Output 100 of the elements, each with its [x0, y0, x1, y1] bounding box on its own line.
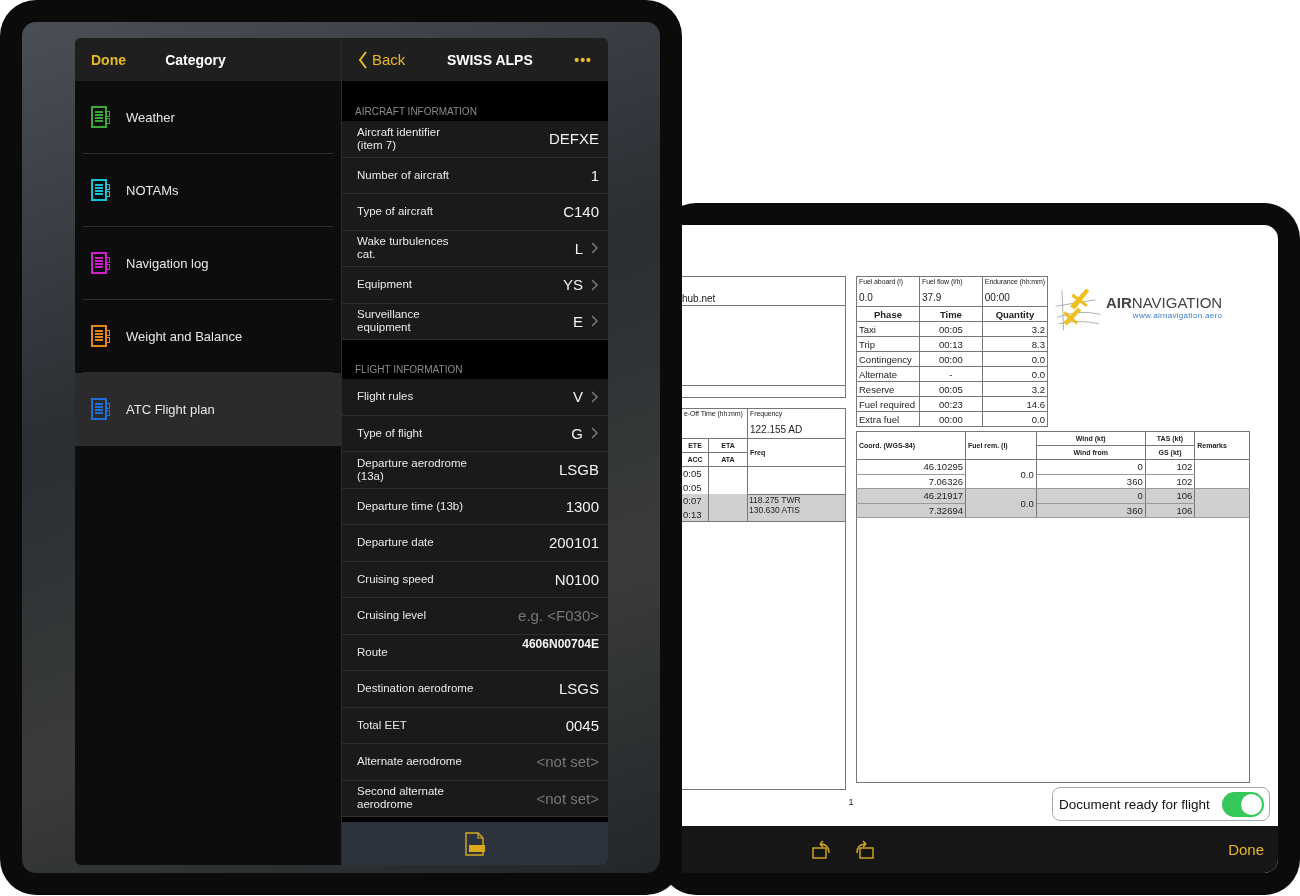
row-label: Type of flight — [357, 426, 423, 440]
toggle-label: Document ready for flight — [1059, 796, 1210, 812]
row-value: N0100 — [554, 570, 599, 588]
row-value: E — [573, 312, 583, 330]
form-row[interactable]: Alternate aerodrome <not set> — [342, 744, 608, 781]
row-label: Number of aircraft — [357, 168, 450, 182]
table-cell: Alternate — [856, 366, 920, 382]
form-row[interactable]: Route 4606N00704E — [342, 634, 608, 671]
chevron-right-icon — [591, 315, 599, 328]
form-row[interactable]: Destination aerodrome LSGS — [342, 671, 608, 708]
table-cell: 0.0 — [965, 488, 1037, 518]
table-cell: Time — [919, 306, 983, 322]
row-value: C140 — [563, 203, 599, 221]
row-label: Departure date — [357, 536, 434, 550]
form-row[interactable]: Departure time (13b) 1300 — [342, 488, 608, 525]
row-value: LSGB — [558, 461, 599, 479]
table-cell: 0.0 — [982, 351, 1048, 367]
category-item[interactable]: ATC Flight plan — [75, 373, 341, 446]
rotate-left-icon[interactable] — [810, 838, 832, 861]
table-cell: 46.10295 — [856, 459, 966, 474]
table-cell: 0.0 — [982, 366, 1048, 382]
row-label: Type of aircraft — [357, 205, 434, 219]
back-button[interactable]: Back — [352, 50, 412, 69]
row-placeholder: e.g. <F030> — [518, 607, 599, 625]
row-label: Aircraft identifier (item 7) — [357, 125, 441, 152]
done-button[interactable]: Done — [1228, 841, 1264, 858]
chevron-right-icon — [591, 427, 599, 440]
more-button[interactable]: ••• — [568, 51, 598, 68]
row-placeholder: <not set> — [536, 753, 599, 771]
row-label: Cruising level — [357, 609, 427, 623]
table-cell: 102 — [1145, 459, 1195, 474]
row-label: Departure aerodrome (13a) — [357, 456, 467, 483]
table-cell: 00:05 — [919, 381, 983, 397]
row-value: 200101 — [548, 534, 599, 552]
form-row[interactable]: Wake turbulences cat. L — [342, 230, 608, 267]
table-cell: 360 — [1036, 474, 1146, 489]
table-cell: 7.06326 — [856, 474, 966, 489]
form-row[interactable]: Type of aircraft C140 — [342, 194, 608, 231]
form-row[interactable]: Total EET 0045 — [342, 707, 608, 744]
form-row[interactable]: Flight rules V — [342, 379, 608, 416]
contact-text: hub.net — [682, 293, 716, 305]
pane-title: Category — [165, 51, 226, 68]
form-row[interactable]: Surveillance equipment E — [342, 303, 608, 340]
row-label: Flight rules — [357, 390, 414, 404]
logo-url: www.airnavigation.aero — [1131, 311, 1223, 320]
table-cell: 00:05 — [919, 321, 983, 337]
table-cell: Extra fuel — [856, 411, 920, 427]
table-cell: 00:23 — [919, 396, 983, 412]
row-label: Route — [357, 645, 388, 659]
form-row[interactable]: Departure date 200101 — [342, 525, 608, 562]
table-cell: Reserve — [856, 381, 920, 397]
table-cell: 0.0 — [982, 411, 1048, 427]
chevron-left-icon — [358, 50, 368, 69]
ready-switch[interactable] — [1222, 791, 1264, 817]
category-item[interactable]: Weather — [83, 81, 333, 154]
row-label: Destination aerodrome — [357, 682, 474, 696]
chevron-right-icon — [591, 242, 599, 255]
row-value: LSGS — [558, 680, 599, 698]
row-label: Surveillance equipment — [357, 308, 420, 335]
rotate-right-icon[interactable] — [854, 838, 876, 861]
row-label: Second alternate aerodrome — [357, 785, 444, 812]
row-label: Wake turbulences cat. — [357, 235, 449, 262]
logo-name: AIRNAVIGATION — [1106, 294, 1223, 311]
table-cell-text: 37.9 — [921, 291, 943, 303]
chevron-right-icon — [591, 390, 599, 403]
row-label: Alternate aerodrome — [357, 755, 462, 769]
table-cell: 0:07 — [682, 494, 709, 508]
row-value: DEFXE — [549, 130, 599, 148]
row-value: L — [574, 239, 583, 257]
row-label: Total EET — [357, 718, 407, 732]
table-cell: 3.2 — [982, 321, 1048, 337]
pane-title: SWISS ALPS — [446, 51, 533, 68]
page-number: 1 — [848, 797, 854, 807]
row-value: 1 — [590, 166, 599, 184]
table-cell-text: 0.0 — [859, 291, 874, 303]
row-value: 1300 — [565, 497, 599, 515]
table-cell: 0 — [1036, 459, 1146, 474]
pdf-icon[interactable] — [464, 831, 486, 856]
category-item[interactable]: Navigation log — [83, 227, 333, 300]
form-row[interactable]: Number of aircraft 1 — [342, 157, 608, 194]
table-cell: 00:13 — [919, 336, 983, 352]
table-cell: 14.6 — [982, 396, 1048, 412]
form-row[interactable]: Aircraft identifier (item 7) DEFXE — [342, 121, 608, 158]
form-row[interactable]: Cruising speed N0100 — [342, 561, 608, 598]
form-row[interactable]: Equipment YS — [342, 267, 608, 304]
done-button[interactable]: Done — [85, 51, 132, 68]
row-placeholder: <not set> — [536, 789, 599, 807]
row-label: Cruising speed — [357, 572, 434, 586]
form-row[interactable]: Departure aerodrome (13a) LSGB — [342, 452, 608, 489]
table-cell: 00:00 — [919, 411, 983, 427]
category-item[interactable]: NOTAMs — [83, 154, 333, 227]
form-row[interactable]: Cruising level e.g. <F030> — [342, 598, 608, 635]
chevron-right-icon — [591, 278, 599, 291]
table-cell: Fuel required — [856, 396, 920, 412]
table-cell: Contingency — [856, 351, 920, 367]
form-row[interactable]: Second alternate aerodrome <not set> — [342, 780, 608, 817]
form-row[interactable]: Type of flight G — [342, 415, 608, 452]
row-value: 0045 — [565, 716, 599, 734]
table-cell: Phase — [856, 306, 920, 322]
table-cell-text: 00:00 — [984, 291, 1011, 303]
